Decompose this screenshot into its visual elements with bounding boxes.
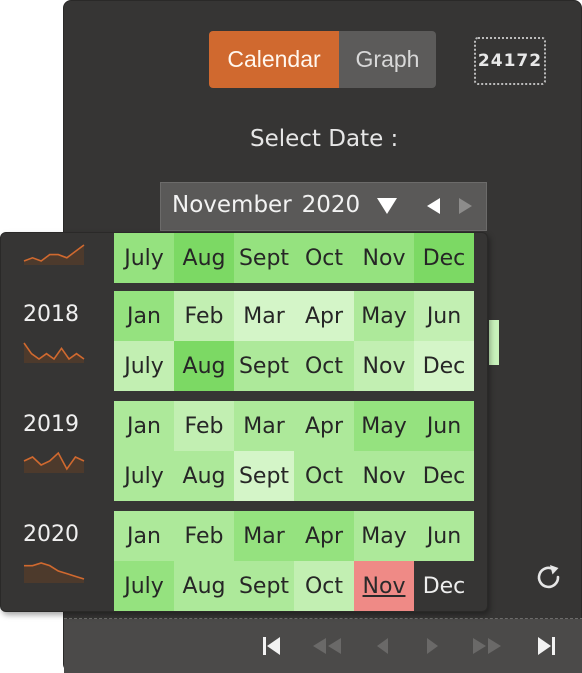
sparkline bbox=[23, 244, 85, 265]
month-cell[interactable]: May bbox=[354, 291, 414, 341]
month-cell[interactable]: Feb bbox=[174, 511, 234, 561]
month-cell[interactable]: Mar bbox=[234, 401, 294, 451]
month-cell[interactable]: Sept bbox=[234, 341, 294, 391]
month-cell[interactable]: Dec bbox=[414, 451, 474, 501]
month-cell[interactable]: Sept bbox=[234, 233, 294, 283]
view-mode-toggle: Calendar Graph bbox=[209, 31, 436, 88]
rewind-icon[interactable] bbox=[309, 631, 345, 661]
month-cell[interactable]: Nov bbox=[354, 561, 414, 611]
count-badge: 24172 bbox=[474, 37, 546, 85]
triangle-left-icon[interactable] bbox=[427, 198, 440, 214]
select-date-label: Select Date : bbox=[250, 126, 399, 152]
month-cell[interactable]: Oct bbox=[294, 561, 354, 611]
month-cell[interactable]: Oct bbox=[294, 341, 354, 391]
month-cell[interactable]: Oct bbox=[294, 451, 354, 501]
month-cell[interactable]: Aug bbox=[174, 233, 234, 283]
month-cell[interactable]: Aug bbox=[174, 451, 234, 501]
month-picker-year: 2020 bbox=[301, 192, 361, 218]
triangle-down-icon[interactable] bbox=[377, 198, 397, 214]
graph-mode-button[interactable]: Graph bbox=[339, 31, 436, 88]
month-cell[interactable]: July bbox=[114, 341, 174, 391]
month-cell[interactable]: Apr bbox=[294, 511, 354, 561]
month-cell[interactable]: Nov bbox=[354, 341, 414, 391]
step-back-icon[interactable] bbox=[365, 631, 401, 661]
month-cell[interactable]: Mar bbox=[234, 511, 294, 561]
month-cell[interactable]: Aug bbox=[174, 561, 234, 611]
calendar-mode-button[interactable]: Calendar bbox=[209, 31, 339, 88]
month-picker-month: November bbox=[172, 192, 292, 218]
month-cell[interactable]: July bbox=[114, 451, 174, 501]
year-label: 2020 bbox=[23, 522, 79, 547]
month-cell[interactable]: Nov bbox=[354, 233, 414, 283]
month-cell[interactable]: Sept bbox=[234, 561, 294, 611]
background-day-cell bbox=[489, 320, 499, 365]
triangle-right-icon[interactable] bbox=[459, 198, 472, 214]
month-cell[interactable]: July bbox=[114, 561, 174, 611]
month-cell[interactable]: Feb bbox=[174, 401, 234, 451]
month-cell[interactable]: Jun bbox=[414, 291, 474, 341]
month-cell[interactable]: Aug bbox=[174, 341, 234, 391]
fast-forward-icon[interactable] bbox=[469, 631, 505, 661]
playback-footer bbox=[64, 619, 582, 673]
month-cell[interactable]: Nov bbox=[354, 451, 414, 501]
calendar-heatmap-popup: July Aug Sept Oct Nov Dec 2018 Jan Feb Mar Apr May J… bbox=[0, 232, 488, 612]
month-picker-value[interactable]: November 2020 bbox=[172, 192, 360, 218]
first-icon[interactable] bbox=[254, 631, 290, 661]
month-cell[interactable]: Oct bbox=[294, 233, 354, 283]
month-picker[interactable]: November 2020 bbox=[160, 182, 487, 231]
sparkline-area bbox=[24, 343, 84, 363]
year-label: 2018 bbox=[23, 302, 79, 327]
month-cell[interactable]: May bbox=[354, 401, 414, 451]
month-cell[interactable]: Dec bbox=[414, 233, 474, 283]
month-cell[interactable]: Jan bbox=[114, 511, 174, 561]
month-cell[interactable]: Jan bbox=[114, 401, 174, 451]
month-cell[interactable]: Apr bbox=[294, 401, 354, 451]
year-label: 2019 bbox=[23, 412, 79, 437]
month-cell[interactable]: Jun bbox=[414, 511, 474, 561]
month-cell[interactable]: Feb bbox=[174, 291, 234, 341]
refresh-icon[interactable] bbox=[534, 563, 564, 593]
month-cell[interactable]: Mar bbox=[234, 291, 294, 341]
month-cell[interactable]: July bbox=[114, 233, 174, 283]
last-icon[interactable] bbox=[528, 631, 564, 661]
month-cell[interactable]: Dec bbox=[414, 561, 474, 611]
month-cell[interactable]: May bbox=[354, 511, 414, 561]
sparkline bbox=[23, 342, 85, 363]
month-cell[interactable]: Sept bbox=[234, 451, 294, 501]
month-cell[interactable]: Dec bbox=[414, 341, 474, 391]
sparkline bbox=[24, 562, 85, 583]
month-cell[interactable]: Jan bbox=[114, 291, 174, 341]
month-cell[interactable]: Jun bbox=[414, 401, 474, 451]
month-cell[interactable]: Apr bbox=[294, 291, 354, 341]
step-forward-icon[interactable] bbox=[414, 631, 450, 661]
sparkline bbox=[23, 451, 85, 473]
